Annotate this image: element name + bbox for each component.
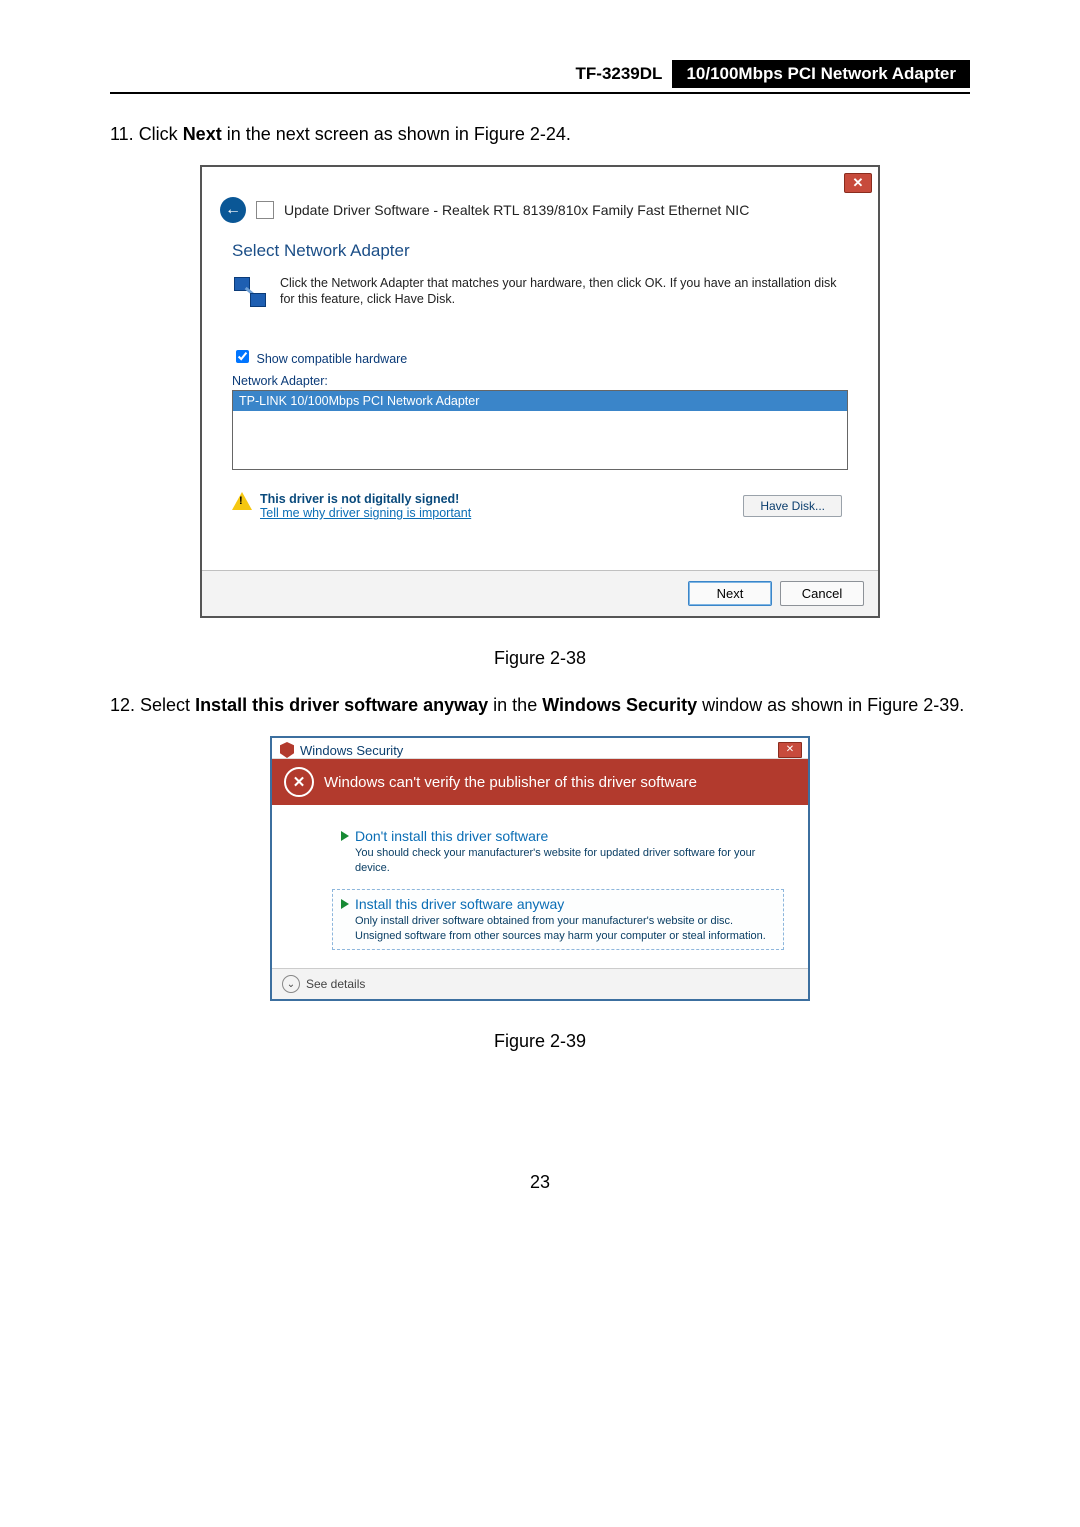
cancel-button[interactable]: Cancel [780,581,864,606]
step11-bold: Next [183,124,222,144]
driver-icon [256,201,274,219]
show-compatible-checkbox[interactable]: Show compatible hardware [232,352,407,366]
list-item[interactable]: TP-LINK 10/100Mbps PCI Network Adapter [233,391,847,411]
step12-suffix: window as shown in Figure 2-39. [697,695,964,715]
security-banner: ✕ Windows can't verify the publisher of … [272,759,808,805]
step12-bold1: Install this driver software anyway [195,695,488,715]
opt1-desc: You should check your manufacturer's web… [355,846,775,876]
arrow-icon [341,831,349,841]
show-compatible-input[interactable] [236,350,249,363]
have-disk-button[interactable]: Have Disk... [743,495,842,517]
step12-mid: in the [488,695,542,715]
opt2-title: Install this driver software anyway [355,896,564,912]
close-icon[interactable]: ✕ [778,742,802,758]
windows-security-dialog: Windows Security ✕ ✕ Windows can't verif… [270,736,810,1001]
close-icon[interactable]: ✕ [844,173,872,193]
next-button[interactable]: Next [688,581,772,606]
banner-text: Windows can't verify the publisher of th… [324,774,697,791]
select-adapter-heading: Select Network Adapter [232,241,848,261]
see-details-link[interactable]: See details [306,977,365,991]
step12-bold2: Windows Security [542,695,697,715]
option-install-anyway[interactable]: Install this driver software anyway Only… [332,889,784,951]
step12-prefix: 12. Select [110,695,195,715]
update-driver-dialog: ✕ ← Update Driver Software - Realtek RTL… [200,165,880,618]
arrow-icon [341,899,349,909]
figure-caption-1: Figure 2-38 [110,648,970,669]
doc-header: TF-3239DL 10/100Mbps PCI Network Adapter [110,60,970,94]
adapter-listbox[interactable]: TP-LINK 10/100Mbps PCI Network Adapter [232,390,848,470]
opt1-title: Don't install this driver software [355,828,548,844]
adapter-description: Click the Network Adapter that matches y… [280,275,848,308]
win2-title: Windows Security [300,743,403,758]
header-title: 10/100Mbps PCI Network Adapter [672,60,970,88]
warning-icon [232,492,252,510]
not-signed-text: This driver is not digitally signed! [260,492,471,506]
shield-icon [280,742,294,758]
show-compatible-label: Show compatible hardware [256,352,407,366]
step-11-text: 11. Click Next in the next screen as sho… [110,124,970,145]
figure-caption-2: Figure 2-39 [110,1031,970,1052]
chevron-down-icon[interactable]: ⌄ [282,975,300,993]
network-adapter-label: Network Adapter: [232,374,848,388]
opt2-desc: Only install driver software obtained fr… [355,914,775,944]
network-adapter-icon [232,275,268,311]
tell-me-link[interactable]: Tell me why driver signing is important [260,506,471,520]
step11-prefix: 11. Click [110,124,183,144]
dialog-title: Update Driver Software - Realtek RTL 813… [284,202,749,218]
back-button[interactable]: ← [220,197,246,223]
step11-suffix: in the next screen as shown in Figure 2-… [222,124,571,144]
header-model: TF-3239DL [576,64,663,84]
page-number: 23 [110,1172,970,1193]
option-dont-install[interactable]: Don't install this driver software You s… [332,821,784,883]
error-x-icon: ✕ [284,767,314,797]
step-12-text: 12. Select Install this driver software … [110,695,970,716]
